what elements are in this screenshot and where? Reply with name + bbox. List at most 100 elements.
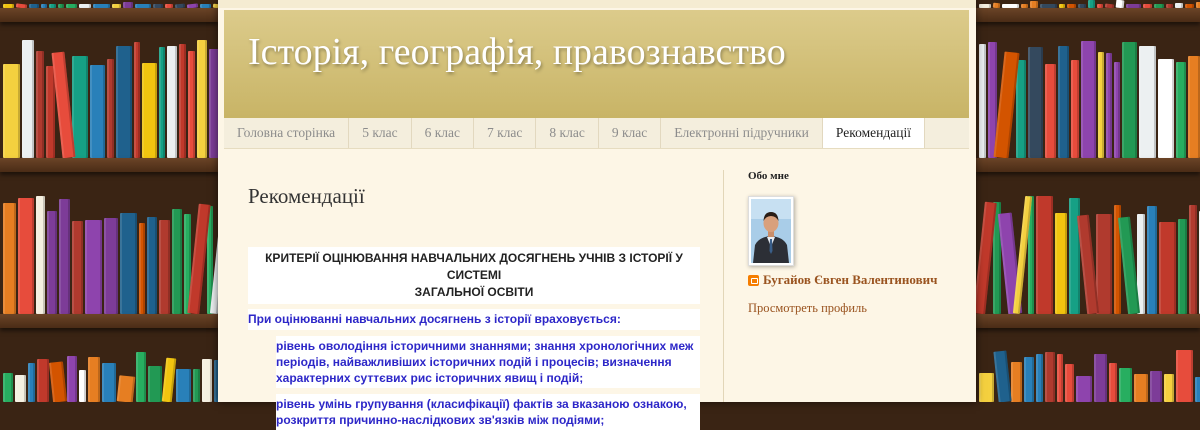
book	[1195, 377, 1200, 402]
book	[107, 59, 114, 158]
tab-grade-5[interactable]: 5 клас	[349, 118, 412, 148]
book	[1098, 52, 1104, 158]
shelf-plank	[0, 314, 218, 328]
book	[134, 42, 140, 158]
book	[116, 375, 136, 402]
profile-name-row: Бугайов Євген Валентинович	[748, 272, 958, 288]
tab-grade-6[interactable]: 6 клас	[412, 118, 474, 148]
book	[1150, 371, 1162, 402]
book	[3, 64, 20, 158]
book	[1057, 354, 1063, 402]
bookshelf-background-left	[0, 0, 218, 402]
book-row	[976, 195, 1200, 315]
tab-e-textbooks[interactable]: Електронні підручники	[661, 118, 823, 148]
shelf-plank	[0, 8, 218, 22]
book	[85, 220, 102, 314]
book	[176, 369, 191, 402]
post-main: Рекомендації КРИТЕРІЇ ОЦІНЮВАННЯ НАВЧАЛЬ…	[248, 170, 700, 430]
book	[1088, 0, 1095, 8]
book	[159, 47, 165, 158]
book	[72, 56, 88, 158]
post-body: КРИТЕРІЇ ОЦІНЮВАННЯ НАВЧАЛЬНИХ ДОСЯГНЕНЬ…	[248, 247, 700, 430]
profile-photo	[751, 199, 791, 263]
book	[1030, 1, 1038, 8]
book	[1096, 214, 1112, 314]
book	[139, 223, 145, 314]
book	[120, 213, 137, 314]
book	[1189, 205, 1197, 314]
book	[993, 350, 1012, 402]
tab-grade-8[interactable]: 8 клас	[536, 118, 599, 148]
book	[1036, 196, 1053, 314]
book	[79, 370, 86, 402]
book	[1176, 62, 1186, 158]
intro-paragraph: При оцінюванні навчальних досягнень з іс…	[248, 309, 700, 330]
book	[136, 352, 146, 402]
book	[47, 211, 57, 314]
shelf-plank	[976, 314, 1200, 328]
sidebar: Обо мне Бугайов Євген Валентинович Просм…	[748, 170, 958, 316]
book	[1164, 374, 1174, 402]
book	[1139, 46, 1156, 158]
book	[1076, 376, 1092, 402]
criteria-heading-line-1: КРИТЕРІЇ ОЦІНЮВАННЯ НАВЧАЛЬНИХ ДОСЯГНЕНЬ…	[265, 251, 683, 282]
profile-name-link[interactable]: Бугайов Євген Валентинович	[763, 272, 937, 288]
book	[979, 373, 994, 402]
book	[90, 65, 105, 158]
book	[37, 359, 49, 402]
book	[1028, 47, 1043, 158]
book	[1122, 42, 1137, 158]
book	[209, 49, 218, 158]
book	[36, 196, 45, 314]
book	[1119, 368, 1132, 402]
criteria-heading-line-2: ЗАГАЛЬНОЇ ОСВІТИ	[414, 285, 534, 299]
book	[1106, 53, 1112, 158]
book	[3, 203, 16, 314]
book	[48, 361, 68, 402]
view-profile-link[interactable]: Просмотреть профиль	[748, 301, 958, 316]
book	[1158, 59, 1174, 158]
avatar[interactable]	[748, 196, 794, 266]
column-divider	[723, 170, 724, 402]
tab-grade-9[interactable]: 9 клас	[599, 118, 662, 148]
book	[1036, 354, 1043, 402]
book	[142, 63, 157, 158]
book	[159, 220, 170, 314]
site-title[interactable]: Історія, географія, правознавство	[248, 30, 786, 74]
book	[1094, 354, 1107, 402]
book	[67, 356, 77, 402]
book	[102, 363, 116, 402]
book	[59, 199, 70, 314]
book	[1134, 374, 1148, 402]
shelf-plank	[0, 158, 218, 172]
book	[15, 375, 26, 402]
book-row	[0, 196, 218, 315]
book	[72, 221, 83, 314]
book	[116, 46, 132, 158]
book	[197, 40, 207, 158]
book	[1109, 363, 1117, 402]
book	[979, 44, 986, 158]
post-title: Рекомендації	[248, 184, 365, 208]
book	[1016, 60, 1026, 158]
book	[1147, 206, 1157, 314]
book	[1178, 219, 1187, 314]
book	[1055, 213, 1067, 314]
book	[28, 363, 35, 402]
book	[172, 209, 182, 314]
book	[1176, 350, 1193, 402]
book	[1058, 46, 1069, 158]
tab-recommendations[interactable]: Рекомендації	[822, 118, 925, 148]
book	[36, 51, 44, 158]
book-row	[0, 40, 218, 159]
book-row	[0, 350, 218, 402]
book	[148, 366, 162, 402]
book	[161, 357, 177, 402]
criteria-heading: КРИТЕРІЇ ОЦІНЮВАННЯ НАВЧАЛЬНИХ ДОСЯГНЕНЬ…	[248, 247, 700, 304]
book	[193, 369, 200, 402]
tab-grade-7[interactable]: 7 клас	[474, 118, 537, 148]
tab-home[interactable]: Головна сторінка	[224, 118, 350, 148]
book	[1024, 357, 1034, 402]
top-strip	[218, 0, 976, 8]
book	[1114, 62, 1120, 158]
